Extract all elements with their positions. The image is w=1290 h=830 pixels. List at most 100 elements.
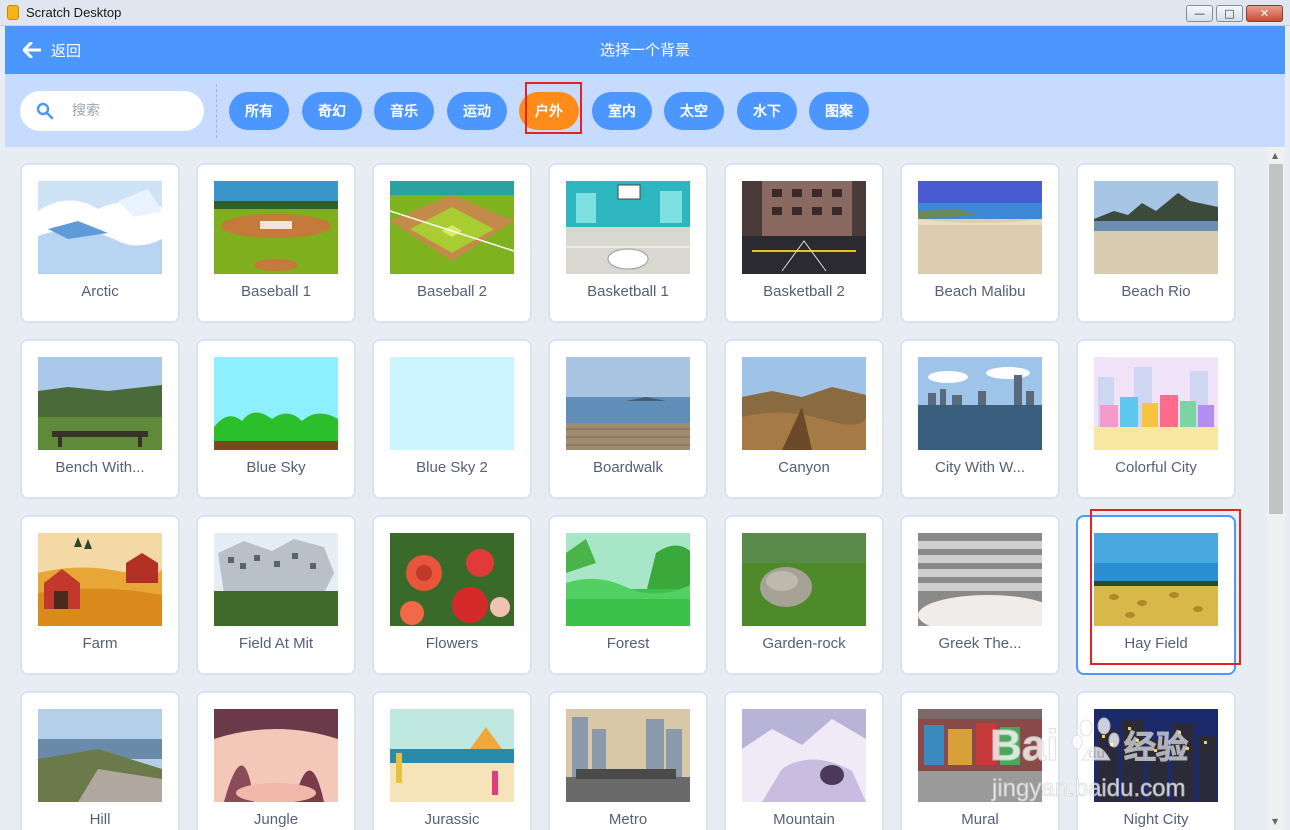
backdrop-card[interactable]: Jurassic [372, 691, 532, 830]
backdrop-card[interactable]: Greek The... [900, 515, 1060, 675]
backdrop-thumbnail [918, 181, 1042, 274]
backdrop-name: Night City [1123, 811, 1189, 828]
window-title: Scratch Desktop [26, 5, 122, 20]
backdrop-card[interactable]: Basketball 1 [548, 163, 708, 323]
tag-8[interactable]: 图案 [809, 92, 869, 130]
tag-5[interactable]: 室内 [592, 92, 652, 130]
backdrop-card[interactable]: Mountain [724, 691, 884, 830]
backdrop-name: Arctic [81, 283, 119, 300]
backdrop-card[interactable]: Basketball 2 [724, 163, 884, 323]
tag-3[interactable]: 运动 [447, 92, 507, 130]
backdrop-thumbnail [214, 709, 338, 802]
backdrop-name: City With W... [935, 459, 1025, 476]
backdrop-name: Beach Malibu [934, 283, 1026, 300]
tag-1[interactable]: 奇幻 [302, 92, 362, 130]
backdrop-name: Beach Rio [1121, 283, 1191, 300]
backdrop-name: Boardwalk [592, 459, 664, 476]
backdrop-card[interactable]: Hay Field [1076, 515, 1236, 675]
tag-2[interactable]: 音乐 [374, 92, 434, 130]
backdrop-name: Hay Field [1124, 635, 1188, 652]
backdrop-card[interactable]: Blue Sky 2 [372, 339, 532, 499]
backdrop-card[interactable]: Baseball 2 [372, 163, 532, 323]
back-button[interactable]: 返回 [23, 26, 81, 74]
backdrop-name: Flowers [425, 635, 479, 652]
backdrop-card[interactable]: Beach Rio [1076, 163, 1236, 323]
backdrop-thumbnail [1094, 709, 1218, 802]
backdrop-thumbnail [38, 357, 162, 450]
backdrop-name: Farm [82, 635, 118, 652]
backdrop-thumbnail [1094, 181, 1218, 274]
backdrop-thumbnail [1094, 357, 1218, 450]
scroll-thumb[interactable] [1269, 164, 1283, 514]
backdrop-thumbnail [742, 709, 866, 802]
backdrop-thumbnail [742, 181, 866, 274]
backdrop-card[interactable]: Field At Mit [196, 515, 356, 675]
backdrop-thumbnail [214, 533, 338, 626]
maximize-button[interactable]: □ [1216, 5, 1243, 22]
backdrop-card[interactable]: Flowers [372, 515, 532, 675]
backdrop-thumbnail [566, 357, 690, 450]
tag-6[interactable]: 太空 [664, 92, 724, 130]
backdrop-name: Colorful City [1115, 459, 1197, 476]
backdrop-card[interactable]: Colorful City [1076, 339, 1236, 499]
tag-7[interactable]: 水下 [737, 92, 797, 130]
backdrop-name: Greek The... [938, 635, 1022, 652]
backdrop-thumbnail [742, 357, 866, 450]
backdrop-thumbnail [566, 709, 690, 802]
backdrop-name: Basketball 1 [587, 283, 669, 300]
backdrop-name: Blue Sky 2 [416, 459, 488, 476]
backdrop-card[interactable]: Canyon [724, 339, 884, 499]
filter-divider [216, 84, 217, 138]
scroll-down-arrow-icon[interactable]: ▼ [1272, 817, 1278, 826]
scratch-app-icon [7, 5, 19, 20]
backdrop-card[interactable]: City With W... [900, 339, 1060, 499]
tag-4[interactable]: 户外 [519, 92, 579, 130]
minimize-button[interactable]: — [1186, 5, 1213, 22]
backdrop-name: Metro [608, 811, 648, 828]
backdrop-name: Forest [606, 635, 650, 652]
backdrop-card[interactable]: Forest [548, 515, 708, 675]
backdrop-name: Garden-rock [762, 635, 846, 652]
backdrop-card[interactable]: Farm [20, 515, 180, 675]
backdrop-thumbnail [566, 181, 690, 274]
backdrop-name: Jungle [253, 811, 299, 828]
backdrop-card[interactable]: Hill [20, 691, 180, 830]
backdrop-name: Canyon [778, 459, 830, 476]
backdrop-name: Hill [89, 811, 111, 828]
backdrop-card[interactable]: Garden-rock [724, 515, 884, 675]
backdrop-card[interactable]: Jungle [196, 691, 356, 830]
backdrop-name: Baseball 2 [416, 283, 488, 300]
backdrop-name: Baseball 1 [240, 283, 312, 300]
backdrop-thumbnail [742, 533, 866, 626]
scrollbar[interactable]: ▲ ▼ [1267, 147, 1285, 830]
backdrop-name: Mountain [773, 811, 835, 828]
back-arrow-icon [23, 42, 41, 58]
backdrop-card[interactable]: Arctic [20, 163, 180, 323]
filter-bar: 所有奇幻音乐运动户外室内太空水下图案 [5, 74, 1285, 147]
backdrop-card[interactable]: Mural [900, 691, 1060, 830]
backdrop-name: Mural [961, 811, 999, 828]
back-label: 返回 [51, 41, 82, 60]
close-button[interactable]: ✕ [1246, 5, 1283, 22]
library-header: 选择一个背景 返回 [5, 26, 1285, 74]
backdrop-card[interactable]: Baseball 1 [196, 163, 356, 323]
backdrop-thumbnail [918, 533, 1042, 626]
backdrop-card[interactable]: Boardwalk [548, 339, 708, 499]
scroll-up-arrow-icon[interactable]: ▲ [1272, 151, 1278, 160]
backdrop-name: Bench With... [55, 459, 145, 476]
backdrop-name: Basketball 2 [763, 283, 845, 300]
backdrop-card[interactable]: Metro [548, 691, 708, 830]
backdrop-card[interactable]: Beach Malibu [900, 163, 1060, 323]
backdrop-card[interactable]: Night City [1076, 691, 1236, 830]
search-box[interactable] [20, 91, 204, 131]
backdrop-card[interactable]: Bench With... [20, 339, 180, 499]
search-input[interactable] [72, 101, 192, 121]
backdrop-thumbnail [390, 181, 514, 274]
backdrop-thumbnail [566, 533, 690, 626]
backdrop-thumbnail [390, 357, 514, 450]
backdrop-thumbnail [38, 709, 162, 802]
tag-0[interactable]: 所有 [229, 92, 289, 130]
backdrop-card[interactable]: Blue Sky [196, 339, 356, 499]
page-title: 选择一个背景 [599, 41, 690, 59]
backdrop-name: Jurassic [424, 811, 480, 828]
